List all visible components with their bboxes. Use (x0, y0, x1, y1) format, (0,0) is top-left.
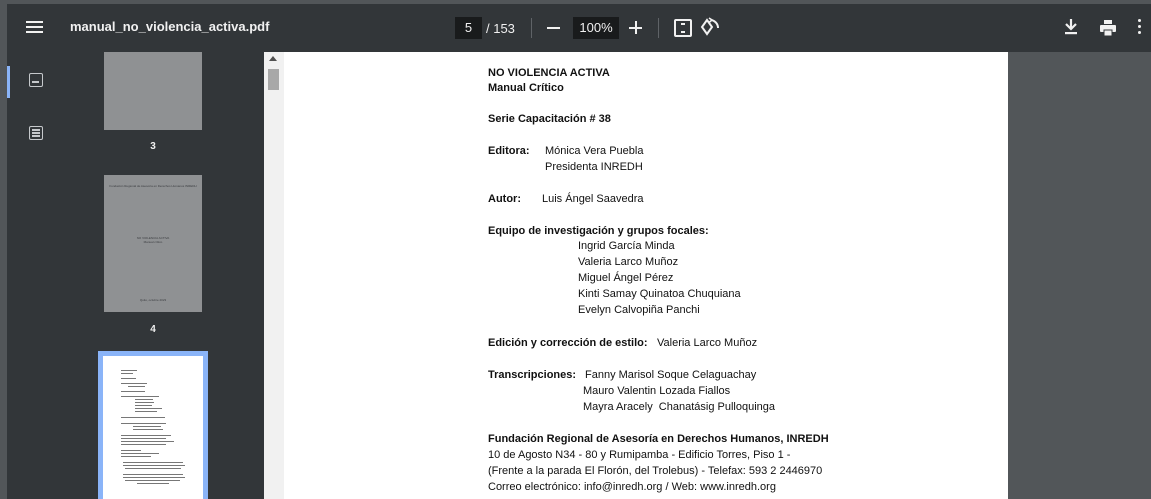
foundation-name: Fundación Regional de Asesoría en Derech… (488, 433, 829, 445)
thumbnail-view-icon[interactable] (29, 73, 43, 87)
edition-label: Edición y corrección de estilo: (488, 337, 648, 349)
thumbnail-page-5[interactable] (103, 356, 203, 499)
transcriptions-label: Transcripciones: (488, 369, 577, 381)
transcriber: Fanny Marisol Soque Celaguachay (585, 369, 757, 381)
transcriber: Mayra Aracely Chanatásig Pulloquinga (583, 401, 776, 413)
menu-icon[interactable] (25, 18, 45, 38)
outline-view-icon[interactable] (29, 126, 43, 140)
fit-to-page-icon[interactable] (674, 19, 692, 37)
page-number-input[interactable]: 5 (455, 17, 482, 39)
document-page: NO VIOLENCIA ACTIVA Manual Crítico Serie… (284, 52, 1008, 499)
address-line: 10 de Agosto N34 - 80 y Rumipamba - Edif… (488, 449, 791, 461)
team-member: Evelyn Calvopiña Panchi (578, 304, 700, 316)
thumbnail-label: 3 (150, 141, 156, 152)
download-icon[interactable] (1062, 17, 1080, 37)
team-member: Miguel Ángel Pérez (578, 272, 674, 284)
team-member: Ingrid García Minda (578, 240, 675, 252)
toolbar-divider (658, 18, 659, 38)
thumbnail-text: Fundación Regional de Asesoría en Derech… (109, 184, 197, 188)
toolbar: manual_no_violencia_activa.pdf 5 / 153 1… (7, 4, 1151, 52)
zoom-level[interactable]: 100% (573, 17, 619, 39)
team-member: Kinti Samay Quinatoa Chuquiana (578, 288, 741, 300)
pdf-viewer: manual_no_violencia_activa.pdf 5 / 153 1… (0, 0, 1151, 499)
viewer-background (1008, 52, 1151, 499)
zoom-in-icon[interactable] (628, 18, 644, 38)
print-icon-graphic (1100, 20, 1116, 37)
more-options-icon[interactable] (1137, 19, 1143, 37)
scroll-up-arrow-icon[interactable] (269, 56, 277, 61)
team-label: Equipo de investigación y grupos focales… (488, 225, 709, 237)
thumbnail-page-3[interactable] (104, 52, 202, 130)
download-icon-graphic (1065, 19, 1077, 35)
thumbnail-page-4[interactable]: Fundación Regional de Asesoría en Derech… (104, 175, 202, 312)
address-line: (Frente a la parada El Florón, del Trole… (488, 465, 823, 477)
doc-series: Serie Capacitación # 38 (488, 113, 611, 125)
author-label: Autor: (488, 193, 521, 205)
thumbnail-panel: 3 Fundación Regional de Asesoría en Dere… (53, 52, 264, 499)
editor-role: Presidenta INREDH (545, 161, 643, 173)
rotate-icon-graphic (700, 17, 720, 36)
author-name: Luis Ángel Saavedra (542, 193, 644, 205)
toolbar-divider (531, 18, 532, 38)
active-indicator (7, 66, 10, 98)
thumbnail-text: Manual crítico (143, 240, 163, 244)
edition-name: Valeria Larco Muñoz (657, 337, 758, 349)
team-member: Valeria Larco Muñoz (578, 256, 679, 268)
print-icon[interactable] (1099, 19, 1117, 37)
scrollbar-thumb[interactable] (268, 69, 279, 90)
zoom-out-icon[interactable] (547, 27, 560, 29)
thumbnail-text: Quito, octubre 2023 (139, 298, 167, 302)
editor-label: Editora: (488, 145, 530, 157)
rotate-icon[interactable] (699, 16, 721, 38)
file-title: manual_no_violencia_activa.pdf (70, 19, 270, 34)
page-total: / 153 (486, 21, 515, 36)
transcriber: Mauro Valentin Lozada Fiallos (583, 385, 731, 397)
doc-title: NO VIOLENCIA ACTIVA (488, 67, 610, 79)
thumbnail-label: 4 (150, 324, 156, 335)
doc-subtitle: Manual Crítico (488, 82, 564, 94)
sidebar-rail (7, 52, 53, 499)
thumbnail-scrollbar[interactable] (264, 52, 284, 499)
editor-name: Mónica Vera Puebla (545, 145, 644, 157)
contact-line: Correo electrónico: info@inredh.org / We… (488, 481, 776, 493)
